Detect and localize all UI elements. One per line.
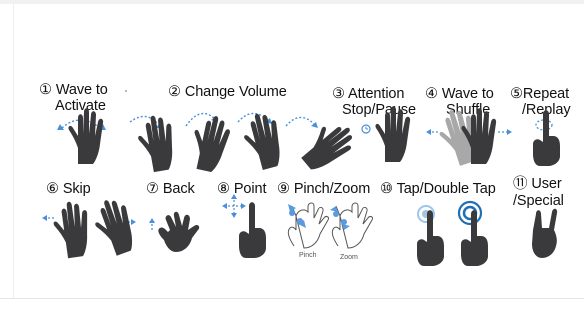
open-hand-icon (88, 194, 141, 259)
dot-decor (124, 89, 128, 93)
open-hand-icon (239, 109, 288, 173)
gesture-illustrations (42, 89, 560, 266)
double-tap-ring-icon (457, 200, 483, 226)
open-hand-icon (50, 199, 93, 260)
pinch-hand-icon (287, 202, 330, 249)
zoom-hand-icon (331, 202, 374, 249)
open-hand-icon (158, 211, 200, 252)
open-hand-icon (68, 108, 104, 164)
pointing-hand-icon (533, 110, 560, 166)
clock-icon (361, 124, 371, 134)
open-hand-icon (295, 114, 361, 178)
pointing-hand-icon (239, 202, 266, 258)
pointing-hand-icon (417, 210, 444, 266)
pointing-hand-icon (461, 210, 488, 266)
horns-hand-icon (532, 208, 558, 258)
open-hand-icon (187, 112, 233, 175)
open-hand-icon (375, 106, 411, 162)
